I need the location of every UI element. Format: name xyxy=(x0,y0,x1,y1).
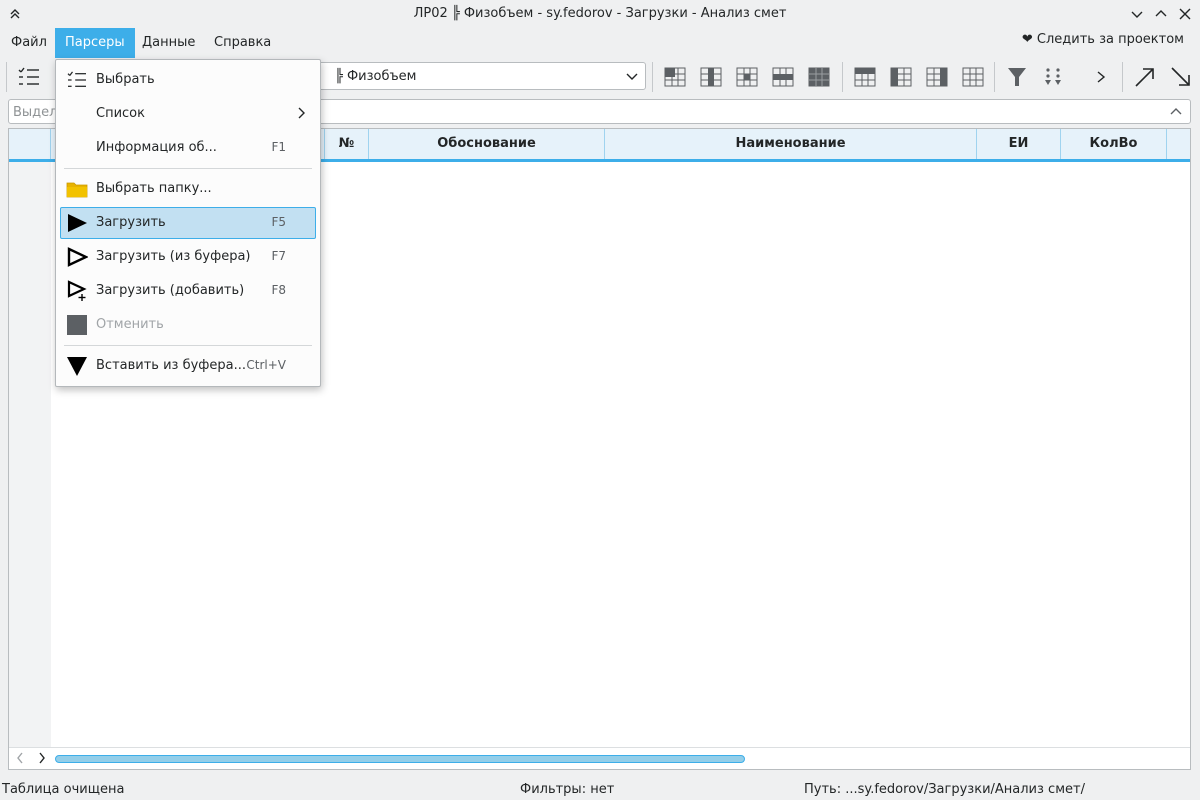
menu-item-load-append[interactable]: Загрузить (добавить) F8 xyxy=(60,275,316,307)
folder-icon xyxy=(66,178,88,200)
menu-item-shortcut: Ctrl+V xyxy=(246,358,286,372)
menu-item-load-buffer[interactable]: Загрузить (из буфера) F7 xyxy=(60,241,316,273)
grid-layout-1-icon[interactable] xyxy=(662,64,688,90)
toolbar-separator xyxy=(652,62,653,92)
list-select-icon xyxy=(66,69,88,91)
play-outline-icon xyxy=(66,246,88,268)
menu-item-info[interactable]: Информация об... F1 xyxy=(60,132,316,164)
scrollbar-thumb[interactable] xyxy=(55,755,745,763)
menu-help[interactable]: Справка xyxy=(204,28,281,58)
chevron-up-icon[interactable] xyxy=(1166,102,1186,122)
grid-layout-7-icon[interactable] xyxy=(888,64,914,90)
menu-item-label: Загрузить (из буфера) xyxy=(96,249,251,264)
column-header-unit[interactable]: ЕИ xyxy=(977,129,1061,159)
close-button[interactable] xyxy=(1176,5,1194,23)
status-bar: Таблица очищена Фильтры: нет Путь: ...sy… xyxy=(0,780,1200,800)
chevron-right-icon xyxy=(296,106,306,124)
combobox-value: ╠ Физобъем xyxy=(335,69,417,84)
column-header-name[interactable]: Наименование xyxy=(605,129,977,159)
toolbar-separator xyxy=(1122,62,1123,92)
grid-layout-9-icon[interactable] xyxy=(960,64,986,90)
column-header-quantity[interactable]: КолВо xyxy=(1061,129,1167,159)
toolbar-more-icon[interactable] xyxy=(1088,64,1114,90)
menu-item-label: Вставить из буфера... xyxy=(96,358,247,373)
filter-dots-icon[interactable] xyxy=(1040,64,1066,90)
column-header-basis[interactable]: Обоснование xyxy=(369,129,605,159)
menu-item-shortcut: F7 xyxy=(271,249,286,263)
column-header-number[interactable]: № xyxy=(325,129,369,159)
menu-data[interactable]: Данные xyxy=(132,28,205,58)
scroll-left-icon[interactable] xyxy=(15,751,25,769)
grid-layout-8-icon[interactable] xyxy=(924,64,950,90)
row-header xyxy=(9,161,51,749)
menu-item-choose-folder[interactable]: Выбрать папку... xyxy=(60,173,316,205)
play-icon xyxy=(66,212,88,234)
parser-combobox[interactable]: ╠ Физобъем xyxy=(316,62,646,90)
paste-down-icon xyxy=(66,355,88,377)
scroll-right-icon[interactable] xyxy=(37,751,47,769)
menu-item-shortcut: F1 xyxy=(271,140,286,154)
horizontal-scrollbar[interactable] xyxy=(9,747,1190,769)
title-bar: ЛР02 ╠ Физобъем - sy.fedorov - Загрузки … xyxy=(0,0,1200,28)
grid-layout-2-icon[interactable] xyxy=(698,64,724,90)
grid-layout-4-icon[interactable] xyxy=(770,64,796,90)
follow-project-link[interactable]: ❤ Следить за проектом xyxy=(1022,32,1184,47)
toolbar-separator xyxy=(994,62,995,92)
menu-item-load[interactable]: Загрузить F5 xyxy=(60,207,316,239)
menu-item-label: Информация об... xyxy=(96,140,217,155)
grid-layout-3-icon[interactable] xyxy=(734,64,760,90)
chevron-down-icon xyxy=(625,69,639,87)
menu-item-label: Загрузить xyxy=(96,215,166,230)
maximize-button[interactable] xyxy=(1152,5,1170,23)
menu-parsers[interactable]: Парсеры xyxy=(55,28,135,58)
menu-item-cancel[interactable]: Отменить xyxy=(60,309,316,341)
stop-icon xyxy=(66,314,88,336)
menu-separator xyxy=(64,168,312,169)
corner-cell[interactable] xyxy=(9,129,51,159)
toolbar-separator xyxy=(842,62,843,92)
menu-item-label: Выбрать xyxy=(96,72,155,87)
menu-item-list[interactable]: Список xyxy=(60,98,316,130)
minimize-button[interactable] xyxy=(1128,5,1146,23)
menu-bar: Файл Парсеры Данные Справка xyxy=(0,28,1200,58)
play-add-icon xyxy=(66,280,88,302)
arrow-up-right-icon[interactable] xyxy=(1132,64,1158,90)
grid-layout-6-icon[interactable] xyxy=(852,64,878,90)
list-select-icon[interactable] xyxy=(16,64,42,90)
filter-icon[interactable] xyxy=(1004,64,1030,90)
arrow-down-right-icon[interactable] xyxy=(1168,64,1194,90)
grid-layout-5-icon[interactable] xyxy=(806,64,832,90)
status-message: Таблица очищена xyxy=(2,782,125,797)
menu-item-shortcut: F5 xyxy=(271,215,286,229)
menu-item-select[interactable]: Выбрать xyxy=(60,64,316,96)
menu-item-label: Отменить xyxy=(96,317,164,332)
status-path: Путь: ...sy.fedorov/Загрузки/Анализ смет… xyxy=(804,782,1085,797)
menu-item-paste-buffer[interactable]: Вставить из буфера... Ctrl+V xyxy=(60,350,316,382)
status-filters: Фильтры: нет xyxy=(520,782,615,797)
menu-item-label: Загрузить (добавить) xyxy=(96,283,245,298)
toolbar-handle xyxy=(6,62,7,92)
window-title: ЛР02 ╠ Физобъем - sy.fedorov - Загрузки … xyxy=(413,6,787,21)
menu-item-label: Выбрать папку... xyxy=(96,181,212,196)
menu-separator xyxy=(64,345,312,346)
menu-item-label: Список xyxy=(96,106,145,121)
menu-file[interactable]: Файл xyxy=(1,28,57,58)
menu-item-shortcut: F8 xyxy=(271,283,286,297)
parsers-dropdown-menu: Выбрать Список Информация об... F1 Выбра… xyxy=(55,59,321,387)
